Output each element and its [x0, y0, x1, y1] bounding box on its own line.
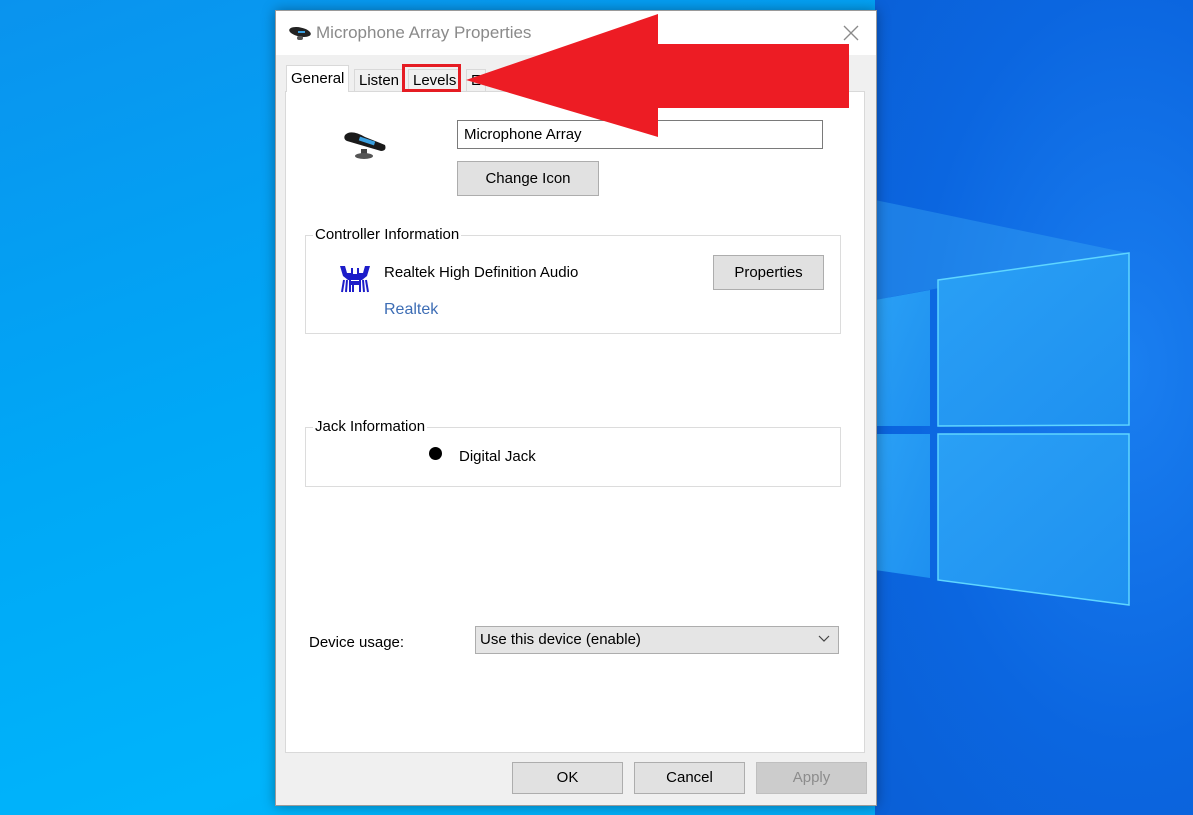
device-usage-label: Device usage: [309, 634, 405, 651]
controller-info-label: Controller Information [313, 226, 462, 243]
device-usage-value: Use this device (enable) [480, 631, 641, 648]
device-icon [344, 132, 386, 159]
apply-label: Apply [792, 769, 831, 786]
properties-label: Properties [734, 264, 803, 281]
general-tab-panel: Change Icon Controller Information Realt… [285, 91, 865, 753]
controller-info-group: Controller Information Realtek High Defi… [305, 226, 841, 334]
change-icon-label: Change Icon [485, 170, 571, 187]
close-icon[interactable] [836, 21, 866, 45]
ok-label: OK [556, 769, 579, 786]
chevron-down-icon [818, 635, 830, 642]
title-bar[interactable]: Microphone Array Properties [276, 11, 876, 55]
tab-general[interactable]: General [286, 65, 350, 92]
cancel-button[interactable]: Cancel [634, 762, 745, 794]
device-name-input[interactable] [457, 120, 823, 149]
controller-name: Realtek High Definition Audio [384, 264, 579, 281]
jack-item-label: Digital Jack [459, 448, 536, 465]
change-icon-button[interactable]: Change Icon [457, 161, 599, 196]
properties-dialog: Microphone Array Properties General List… [275, 10, 877, 806]
jack-info-label: Jack Information [313, 418, 428, 435]
desktop-wallpaper [875, 0, 1193, 815]
realtek-crab-icon [340, 266, 370, 293]
levels-tab-highlight [402, 64, 461, 92]
ok-button[interactable]: OK [512, 762, 623, 794]
tab-enhancements[interactable]: E [466, 69, 487, 92]
apply-button[interactable]: Apply [756, 762, 867, 794]
tab-listen[interactable]: Listen [354, 69, 405, 92]
device-usage-select[interactable]: Use this device (enable) [475, 626, 839, 654]
controller-properties-button[interactable]: Properties [713, 255, 824, 290]
jack-info-group: Jack Information Digital Jack [305, 418, 841, 487]
realtek-link[interactable]: Realtek [384, 301, 438, 319]
cancel-label: Cancel [666, 769, 713, 786]
window-title: Microphone Array Properties [316, 23, 532, 42]
jack-dot-icon [429, 447, 442, 460]
microphone-array-icon [289, 27, 311, 40]
